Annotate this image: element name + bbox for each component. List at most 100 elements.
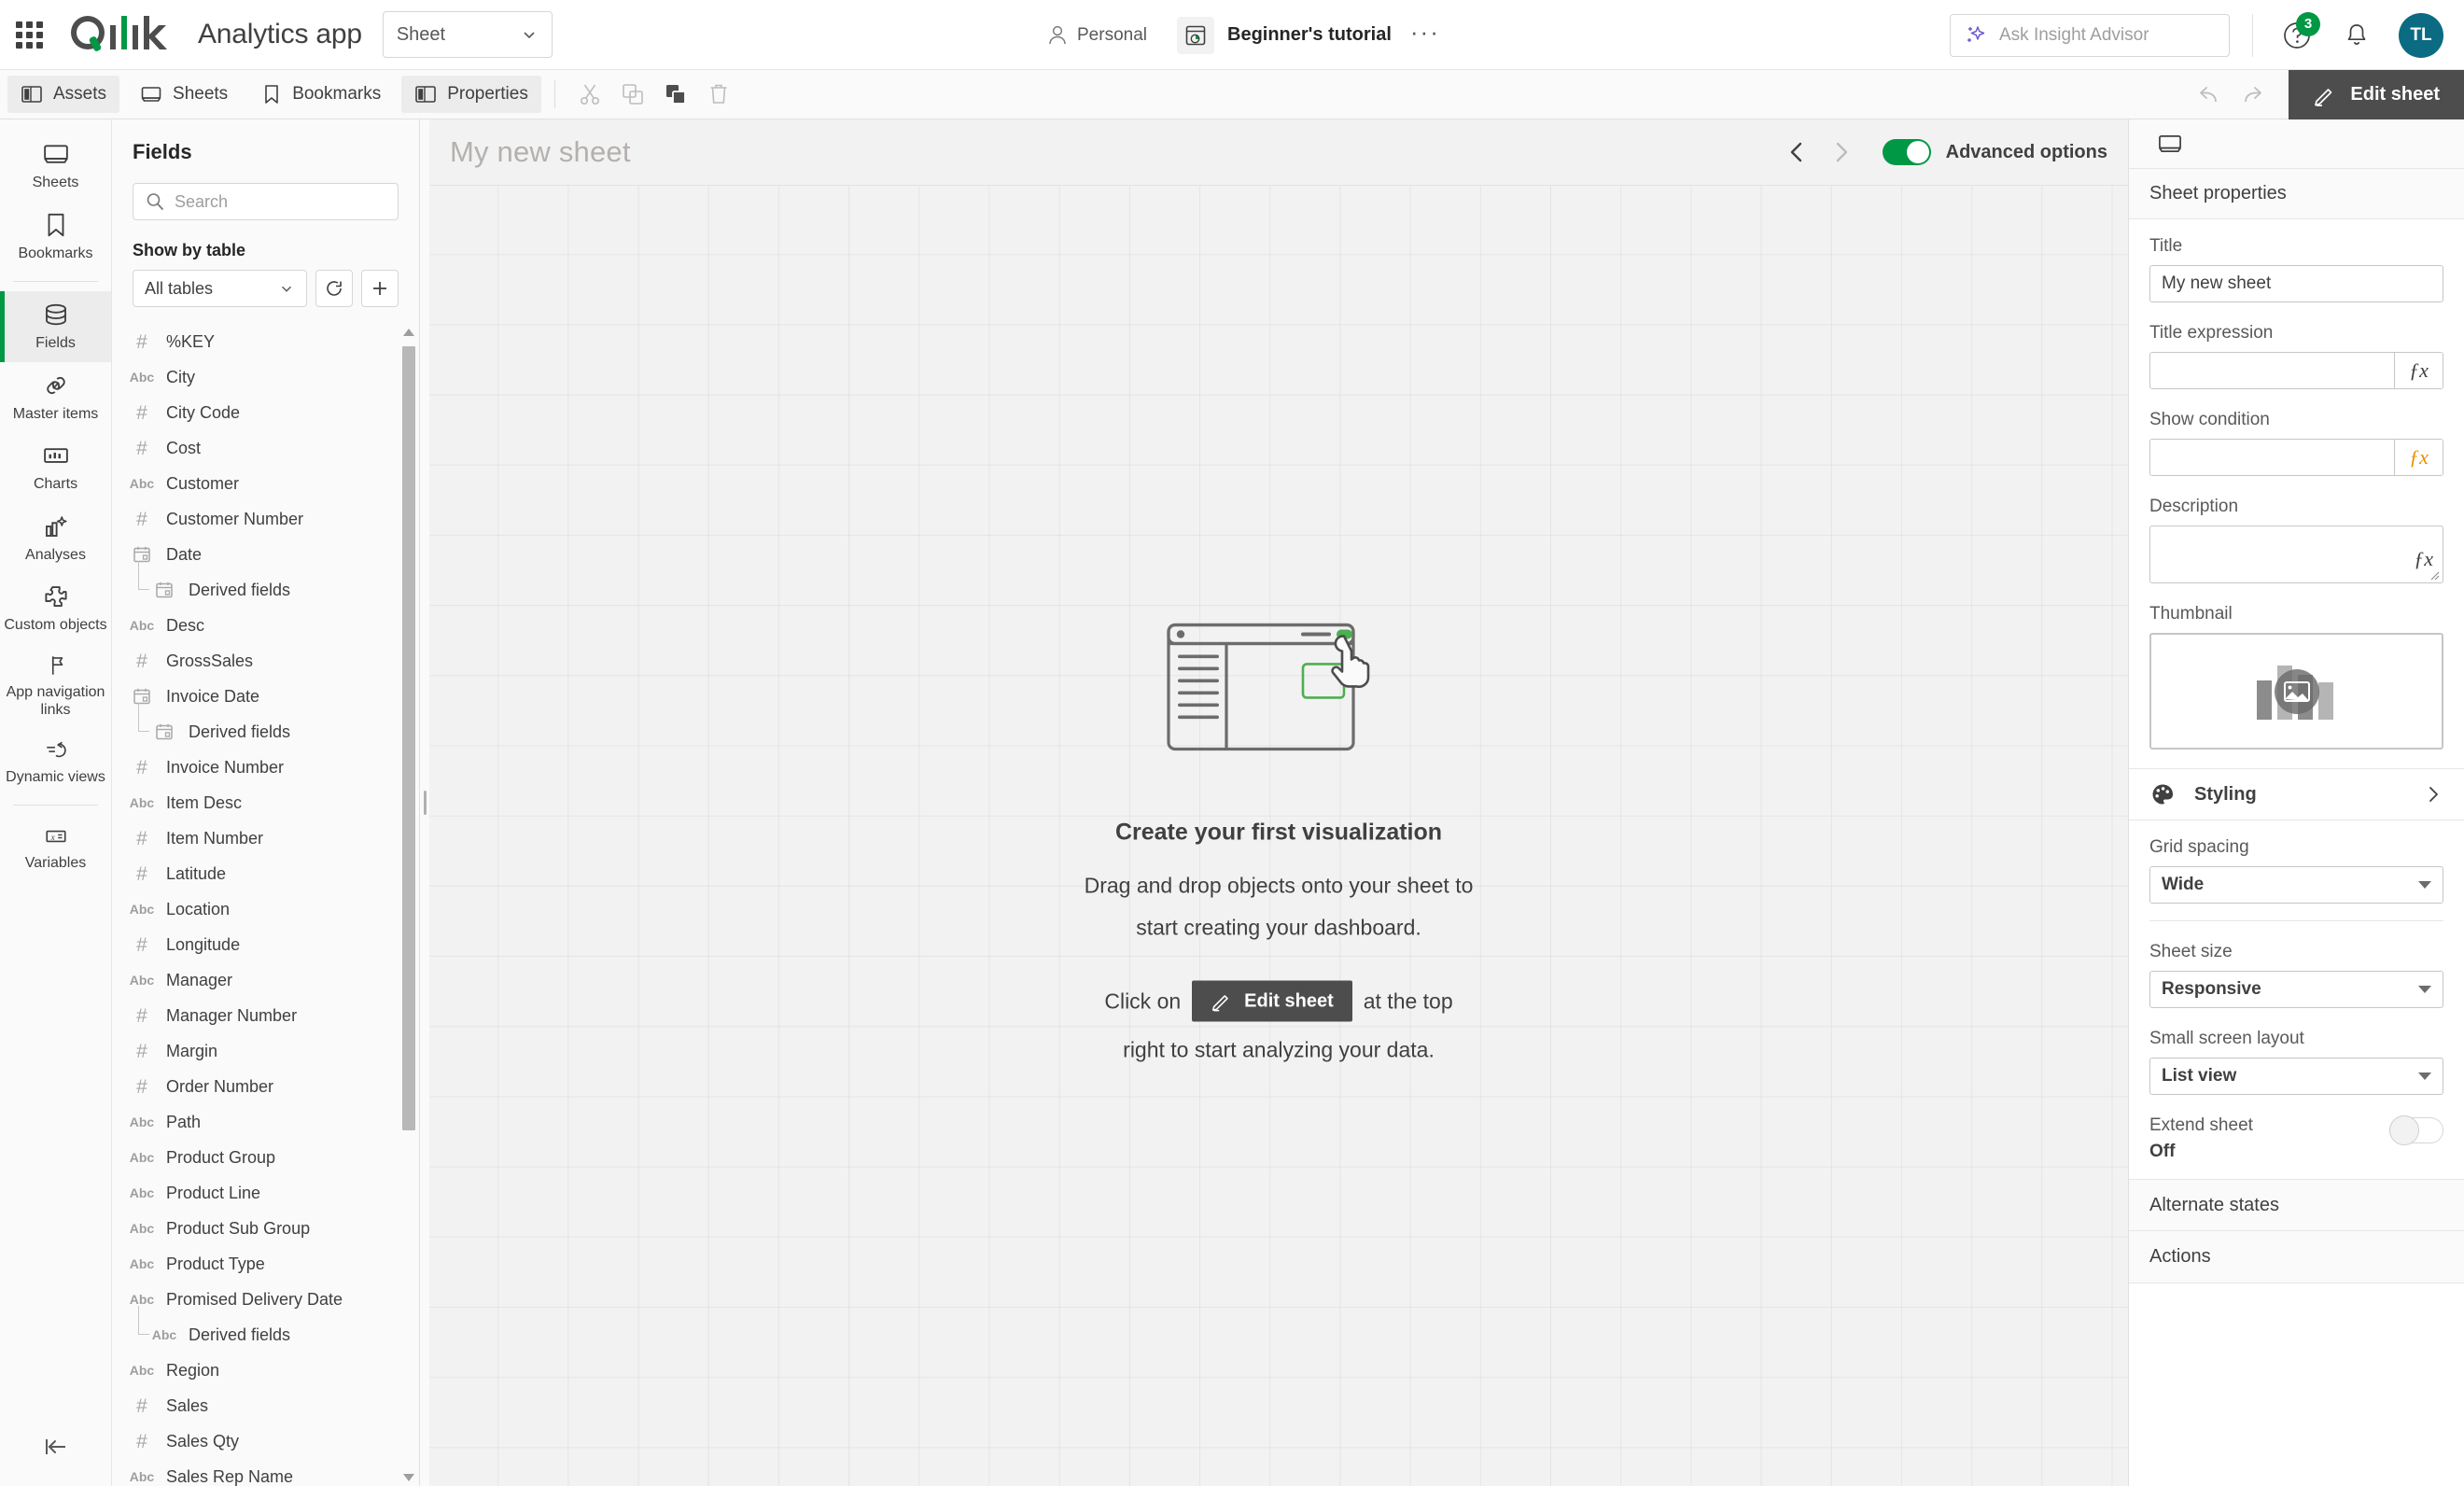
field-list-item[interactable]: Abc Manager <box>112 962 419 998</box>
sidebar-item-analyses[interactable]: Analyses <box>0 503 111 574</box>
extend-sheet-toggle[interactable] <box>2389 1115 2443 1145</box>
actions-section[interactable]: Actions <box>2129 1231 2464 1283</box>
edit-sheet-button[interactable]: Edit sheet <box>2289 70 2464 119</box>
toolbar-assets-button[interactable]: Assets <box>7 76 120 113</box>
description-fx-button[interactable]: ƒx <box>2414 547 2433 571</box>
tab-sheet-properties[interactable] <box>2149 123 2191 164</box>
field-list-item[interactable]: Abc Product Group <box>112 1140 419 1175</box>
copy-button[interactable] <box>611 76 654 113</box>
field-list-item[interactable]: # %KEY <box>112 324 419 359</box>
field-list-item[interactable]: Abc Promised Delivery Date <box>112 1282 419 1317</box>
field-list-item[interactable]: Abc Location <box>112 891 419 927</box>
app-more-menu-button[interactable]: ··· <box>1410 20 1440 51</box>
app-breadcrumb[interactable]: Beginner's tutorial <box>1177 16 1392 54</box>
field-list-item[interactable]: Abc Product Line <box>112 1175 419 1211</box>
add-field-button[interactable] <box>361 270 399 307</box>
styling-row[interactable]: Styling <box>2129 768 2464 820</box>
field-list-item[interactable]: # Latitude <box>112 856 419 891</box>
space-indicator[interactable]: Personal <box>1036 24 1158 47</box>
avatar[interactable]: TL <box>2399 12 2443 58</box>
sidebar-item-custom-objects[interactable]: Custom objects <box>0 573 111 644</box>
field-list-item[interactable]: Abc Path <box>112 1104 419 1140</box>
field-list-item[interactable]: Abc Desc <box>112 608 419 643</box>
insight-advisor-search[interactable]: Ask Insight Advisor <box>1950 13 2230 57</box>
title-input[interactable]: My new sheet <box>2149 265 2443 302</box>
notifications-button[interactable] <box>2335 14 2378 57</box>
title-expression-input[interactable] <box>2150 353 2394 388</box>
sidebar-item-fields[interactable]: Fields <box>0 291 111 362</box>
field-list-item[interactable]: Abc Region <box>112 1353 419 1388</box>
sidebar-item-bookmarks[interactable]: Bookmarks <box>0 202 111 273</box>
field-list-item-derived[interactable]: Derived fields <box>112 561 419 608</box>
panel-splitter[interactable] <box>420 119 429 1486</box>
refresh-fields-button[interactable] <box>315 270 353 307</box>
thumbnail-picker[interactable] <box>2149 633 2443 750</box>
sidebar-item-master-items[interactable]: Master items <box>0 362 111 433</box>
show-condition-fx-button[interactable]: ƒx <box>2394 440 2443 475</box>
resize-grip-icon[interactable] <box>2429 569 2440 581</box>
field-list-item[interactable]: Abc Product Sub Group <box>112 1211 419 1246</box>
field-list-item[interactable]: # City Code <box>112 395 419 430</box>
advanced-options-toggle[interactable] <box>1882 139 1931 165</box>
sidebar-item-dynamic-views[interactable]: Dynamic views <box>0 729 111 796</box>
field-list-item[interactable]: # Item Number <box>112 820 419 856</box>
toolbar-properties-button[interactable]: Properties <box>401 76 541 113</box>
grid-spacing-select[interactable]: Wide <box>2149 866 2443 904</box>
sheet-size-select[interactable]: Responsive <box>2149 971 2443 1008</box>
description-textarea[interactable]: ƒx <box>2149 526 2443 583</box>
field-list-item[interactable]: # Customer Number <box>112 501 419 537</box>
field-list-item-derived[interactable]: Abc Derived fields <box>112 1306 419 1353</box>
field-list-item[interactable]: # Manager Number <box>112 998 419 1033</box>
toolbar-bookmarks-button[interactable]: Bookmarks <box>248 76 394 113</box>
field-list-item[interactable]: Abc Sales Rep Name <box>112 1459 419 1486</box>
sidebar-item-variables[interactable]: x Variables <box>0 815 111 882</box>
delete-button[interactable] <box>697 76 740 113</box>
sidebar-item-charts[interactable]: Charts <box>0 432 111 503</box>
field-type-text-icon: Abc <box>129 1256 155 1271</box>
paste-button[interactable] <box>654 76 697 113</box>
field-list-item[interactable]: Date <box>112 537 419 572</box>
app-launcher-icon[interactable] <box>0 21 58 49</box>
field-list-item[interactable]: Abc City <box>112 359 419 395</box>
field-list[interactable]: # %KEY Abc City # City Code # Cost Abc Customer # C… <box>112 324 419 1486</box>
toolbar-sheets-button[interactable]: Sheets <box>127 76 241 113</box>
field-list-item[interactable]: # Longitude <box>112 927 419 962</box>
cut-button[interactable] <box>568 76 611 113</box>
scroll-thumb[interactable] <box>402 346 415 1130</box>
scroll-up-icon[interactable] <box>400 324 417 341</box>
table-filter-select[interactable]: All tables <box>133 270 307 307</box>
undo-button[interactable] <box>2188 77 2231 114</box>
next-sheet-button[interactable] <box>1819 130 1864 175</box>
header-right-group: Ask Insight Advisor 3 TL <box>1950 0 2464 70</box>
title-expression-fx-button[interactable]: ƒx <box>2394 353 2443 388</box>
sidebar-item-app-navigation-links[interactable]: App navigation links <box>0 644 111 729</box>
field-list-item[interactable]: # Order Number <box>112 1069 419 1104</box>
sheet-properties-header[interactable]: Sheet properties <box>2129 169 2464 219</box>
small-screen-layout-select[interactable]: List view <box>2149 1058 2443 1095</box>
alternate-states-section[interactable]: Alternate states <box>2129 1179 2464 1231</box>
field-list-item[interactable]: # Margin <box>112 1033 419 1069</box>
empty-state-edit-sheet-button[interactable]: Edit sheet <box>1192 980 1352 1022</box>
field-list-item[interactable]: Abc Item Desc <box>112 785 419 820</box>
field-list-item[interactable]: Abc Product Type <box>112 1246 419 1282</box>
redo-button[interactable] <box>2231 77 2274 114</box>
field-list-item[interactable]: # Invoice Number <box>112 750 419 785</box>
qlik-logo[interactable] <box>67 12 177 57</box>
sidebar-item-sheets[interactable]: Sheets <box>0 131 111 202</box>
field-list-item[interactable]: Abc Customer <box>112 466 419 501</box>
show-condition-input[interactable] <box>2150 440 2394 475</box>
field-list-item[interactable]: Invoice Date <box>112 679 419 714</box>
field-list-item-derived[interactable]: Derived fields <box>112 703 419 750</box>
collapse-left-icon[interactable] <box>0 1434 111 1460</box>
sheet-canvas[interactable]: Create your first visualization Drag and… <box>429 185 2128 1486</box>
field-list-item[interactable]: # Sales Qty <box>112 1423 419 1459</box>
sheet-type-selector[interactable]: Sheet <box>382 11 553 58</box>
previous-sheet-button[interactable] <box>1774 130 1819 175</box>
field-list-item[interactable]: # GrossSales <box>112 643 419 679</box>
field-list-item[interactable]: # Sales <box>112 1388 419 1423</box>
field-list-item[interactable]: # Cost <box>112 430 419 466</box>
field-list-scrollbar[interactable] <box>400 324 417 1486</box>
search-input[interactable]: Search <box>133 183 399 220</box>
help-button[interactable]: 3 <box>2275 11 2320 57</box>
scroll-down-icon[interactable] <box>400 1469 417 1486</box>
